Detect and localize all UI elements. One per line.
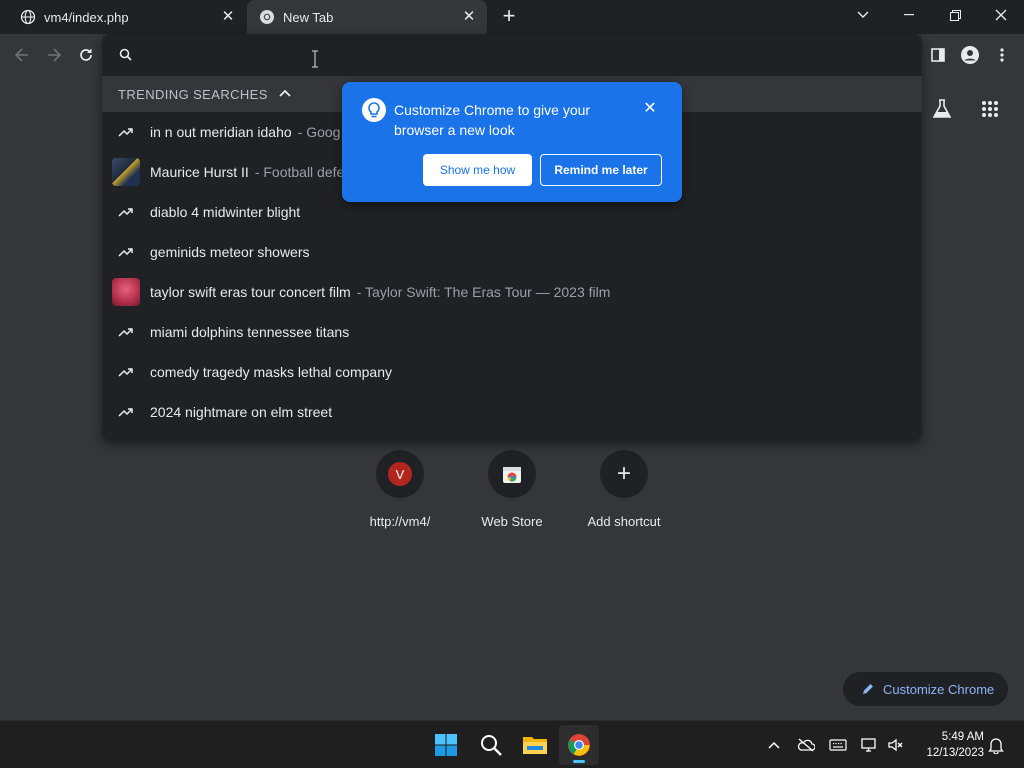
pencil-icon <box>863 684 873 694</box>
search-icon <box>481 735 502 756</box>
google-apps-icon[interactable] <box>977 96 1003 122</box>
taskbar: 5:49 AM 12/13/2023 <box>0 720 1024 768</box>
tab-vm4[interactable]: vm4/index.php ✕ <box>0 0 246 34</box>
suggestion-item[interactable]: miami dolphins tennessee titans <box>102 312 922 352</box>
suggestion-subtext: - Taylor Swift: The Eras Tour — 2023 fil… <box>356 284 611 300</box>
search-button[interactable] <box>471 725 511 765</box>
chevron-up-icon[interactable] <box>278 87 292 101</box>
add-shortcut-button[interactable]: + Add shortcut <box>569 450 679 529</box>
suggestion-text: miami dolphins tennessee titans <box>150 324 350 340</box>
chrome-icon <box>259 9 275 25</box>
globe-icon <box>20 9 36 25</box>
keyboard-icon[interactable] <box>828 735 848 755</box>
customize-chrome-button[interactable]: Customize Chrome <box>843 672 1008 706</box>
shortcut-label: Web Store <box>481 514 543 529</box>
suggestion-item[interactable]: taylor swift eras tour concert film - Ta… <box>102 272 922 312</box>
shortcut-tile[interactable] <box>488 450 536 498</box>
chevron-up-icon[interactable] <box>764 735 784 755</box>
tab-search-icon[interactable] <box>840 0 886 30</box>
shortcut-tile[interactable]: V <box>376 450 424 498</box>
file-explorer-button[interactable] <box>515 725 555 765</box>
shortcut-web-store[interactable]: Web Store <box>457 450 567 529</box>
promo-message: Customize Chrome to give your browser a … <box>394 102 591 138</box>
network-icon[interactable] <box>859 735 879 755</box>
plus-icon: + <box>616 460 631 487</box>
suggestion-item[interactable]: 2024 nightmare on elm street <box>102 392 922 432</box>
chrome-taskbar-button[interactable] <box>559 725 599 765</box>
film-poster-thumbnail <box>112 278 140 306</box>
suggestion-item[interactable]: comedy tragedy masks lethal company <box>102 352 922 392</box>
tab-title: vm4/index.php <box>44 9 129 25</box>
suggestion-subtext: - Football defe <box>254 164 345 180</box>
trending-icon <box>102 206 150 218</box>
tab-title: New Tab <box>283 9 334 25</box>
customize-chrome-promo: Customize Chrome to give your browser a … <box>342 82 682 202</box>
back-button[interactable] <box>12 45 32 65</box>
suggestion-text: taylor swift eras tour concert film <box>150 284 351 300</box>
trending-icon <box>102 246 150 258</box>
start-button[interactable] <box>426 725 466 765</box>
clock-time: 5:49 AM <box>941 731 984 743</box>
trending-icon <box>102 326 150 338</box>
system-clock[interactable]: 5:49 AM 12/13/2023 <box>912 729 984 761</box>
suggestion-text: in n out meridian idaho <box>150 124 292 140</box>
windows-icon <box>435 734 457 756</box>
shortcut-tile[interactable]: + <box>600 450 648 498</box>
suggestion-text: geminids meteor showers <box>150 244 310 260</box>
onedrive-icon[interactable] <box>796 735 816 755</box>
close-window-button[interactable] <box>978 0 1024 30</box>
side-panel-icon[interactable] <box>928 45 948 65</box>
trending-icon <box>102 406 150 418</box>
tab-strip: vm4/index.php ✕ New Tab ✕ + <box>0 0 1024 34</box>
profile-icon[interactable] <box>960 45 980 65</box>
chrome-icon <box>568 734 590 756</box>
site-letter-icon: V <box>388 462 412 486</box>
trending-icon <box>102 126 150 138</box>
trending-icon <box>102 366 150 378</box>
web-store-icon <box>503 467 521 483</box>
shortcut-vm4[interactable]: V http://vm4/ <box>345 450 455 529</box>
minimize-button[interactable] <box>886 0 932 30</box>
suggestion-text: 2024 nightmare on elm street <box>150 404 333 420</box>
labs-icon[interactable] <box>929 96 955 122</box>
search-icon <box>119 48 132 61</box>
clock-date: 12/13/2023 <box>926 747 984 759</box>
close-tab-icon[interactable]: ✕ <box>461 9 477 25</box>
menu-icon[interactable] <box>992 45 1012 65</box>
close-tab-icon[interactable]: ✕ <box>220 9 236 25</box>
remind-me-later-button[interactable]: Remind me later <box>540 154 662 186</box>
football-player-thumbnail <box>112 158 140 186</box>
folder-icon <box>523 737 547 754</box>
suggestion-text: comedy tragedy masks lethal company <box>150 364 392 380</box>
notification-bell-icon[interactable] <box>986 735 1006 755</box>
suggestion-text: diablo 4 midwinter blight <box>150 204 301 220</box>
shortcut-label: http://vm4/ <box>369 514 431 529</box>
volume-muted-icon[interactable] <box>886 735 906 755</box>
suggestion-item[interactable]: geminids meteor showers <box>102 232 922 272</box>
close-icon[interactable]: ✕ <box>642 101 658 117</box>
forward-button[interactable] <box>44 45 64 65</box>
suggestion-subtext: - Goog <box>297 124 341 140</box>
lightbulb-icon <box>362 98 386 122</box>
trending-title: TRENDING SEARCHES <box>118 86 268 102</box>
suggestion-text: Maurice Hurst II <box>150 164 249 180</box>
reload-button[interactable] <box>76 45 96 65</box>
customize-chrome-label: Customize Chrome <box>883 681 995 697</box>
show-me-how-button[interactable]: Show me how <box>423 154 532 186</box>
new-tab-button[interactable]: + <box>499 5 519 27</box>
shortcut-label: Add shortcut <box>587 514 661 529</box>
restore-button[interactable] <box>932 0 978 30</box>
tab-new-tab[interactable]: New Tab ✕ <box>247 0 487 34</box>
text-cursor-icon <box>312 50 318 68</box>
address-bar[interactable] <box>102 34 922 76</box>
